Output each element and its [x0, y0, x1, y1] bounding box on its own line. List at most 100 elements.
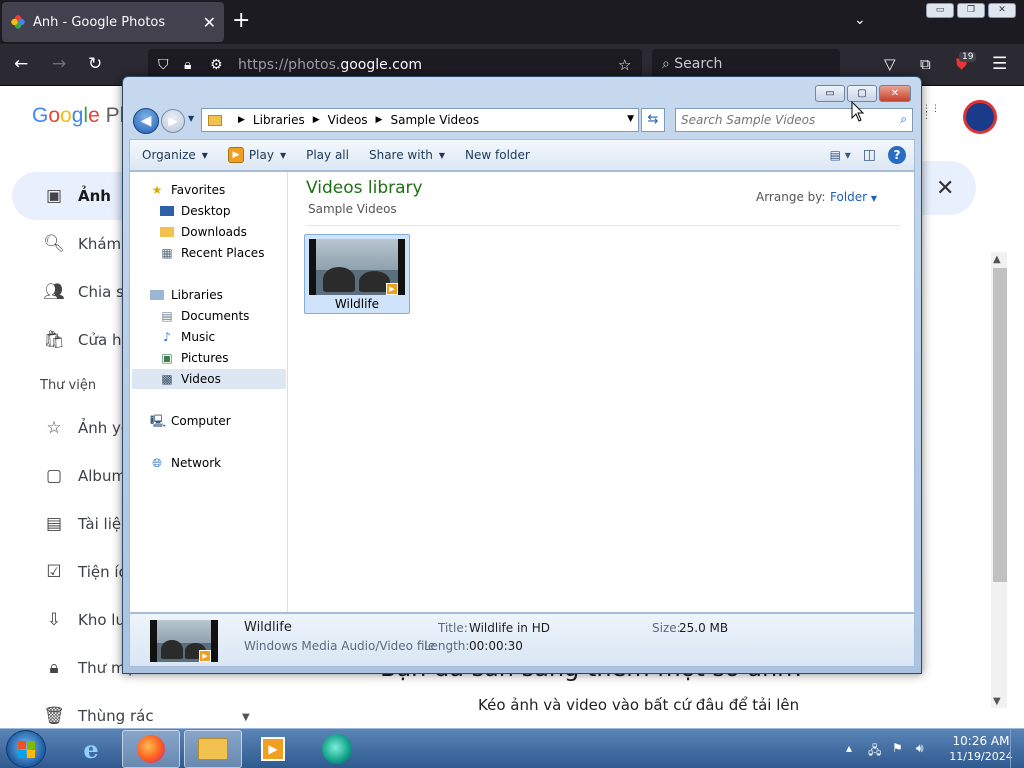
- explorer-maximize-button[interactable]: ▢: [847, 85, 877, 102]
- search-icon[interactable]: ⌕: [900, 112, 907, 127]
- gp-nav-trash[interactable]: 🗑︎ Thùng rác: [12, 692, 262, 728]
- history-dropdown-icon[interactable]: ▼: [188, 114, 194, 123]
- browser-close-button[interactable]: ✕: [988, 3, 1016, 18]
- shop-icon: 🛍︎: [43, 330, 65, 350]
- list-tabs-button[interactable]: ⌄: [854, 12, 866, 28]
- nav-label: Favorites: [171, 183, 226, 197]
- share-with-label: Share with: [368, 148, 433, 162]
- new-folder-button[interactable]: New folder: [455, 148, 540, 162]
- play-icon: ▶: [227, 147, 244, 163]
- nav-documents[interactable]: ▤ Documents: [160, 306, 296, 326]
- nav-label: Libraries: [171, 288, 223, 302]
- taskbar-firefox[interactable]: [122, 730, 180, 768]
- permissions-icon[interactable]: ⚙: [210, 56, 223, 74]
- thumbnail-sky: [316, 239, 398, 270]
- explorer-back-button[interactable]: ◀: [133, 108, 159, 134]
- browser-restore-button[interactable]: ❐: [957, 3, 985, 18]
- help-icon[interactable]: ?: [888, 146, 906, 164]
- explorer-close-button[interactable]: ✕: [879, 85, 911, 102]
- star-icon: ★: [151, 182, 163, 197]
- nav-desktop[interactable]: Desktop: [160, 201, 296, 221]
- taskbar-media-player[interactable]: ▶: [244, 730, 302, 768]
- details-title-value[interactable]: Wildlife in HD: [469, 621, 550, 635]
- breadcrumb-separator-icon[interactable]: ▶: [238, 115, 245, 125]
- google-apps-icon[interactable]: ⋮⋮⋮: [922, 105, 942, 121]
- breadcrumb-separator-icon[interactable]: ▶: [313, 115, 320, 125]
- action-center-flag-icon[interactable]: ⚑: [892, 741, 903, 755]
- clock-date[interactable]: 11/19/2024: [946, 750, 1016, 763]
- extensions-icon[interactable]: ⧉: [920, 55, 931, 73]
- taskbar-explorer[interactable]: [184, 730, 242, 768]
- new-folder-label: New folder: [465, 148, 530, 162]
- tab-close-icon[interactable]: ✕: [203, 13, 216, 32]
- explorer-window[interactable]: ▭ ▢ ✕ ◀ ▶ ▼ ▶ Libraries ▶ Videos ▶ Sampl…: [122, 76, 922, 674]
- forward-arrow-icon[interactable]: →: [52, 55, 66, 73]
- taskbar-app[interactable]: [308, 730, 366, 768]
- shield-icon[interactable]: ⛉: [158, 56, 169, 74]
- nav-pictures[interactable]: ▣ Pictures: [160, 348, 296, 368]
- nav-downloads[interactable]: Downloads: [160, 222, 296, 242]
- preview-pane-icon[interactable]: ◫: [863, 147, 876, 163]
- nav-label: Pictures: [181, 351, 229, 365]
- nav-recent-places[interactable]: ▦ Recent Places: [160, 243, 296, 263]
- menu-hamburger-icon[interactable]: ☰: [992, 55, 1007, 73]
- new-tab-button[interactable]: +: [232, 10, 250, 32]
- nav-label: Network: [171, 456, 222, 470]
- breadcrumb-sample-videos[interactable]: Sample Videos: [390, 113, 479, 127]
- nav-videos[interactable]: ▩ Videos: [132, 369, 286, 389]
- scroll-down-icon[interactable]: ▼: [993, 696, 1001, 707]
- address-dropdown-icon[interactable]: ▼: [627, 114, 634, 124]
- video-file-item[interactable]: ▶ Wildlife: [304, 234, 410, 314]
- network-tray-icon[interactable]: 🖧︎: [868, 741, 881, 762]
- share-with-button[interactable]: Share with ▼: [359, 148, 455, 162]
- tray-overflow-icon[interactable]: ▴: [846, 741, 852, 755]
- change-view-icon[interactable]: ▤ ▾: [830, 148, 851, 162]
- breadcrumb-videos[interactable]: Videos: [328, 113, 368, 127]
- volume-icon[interactable]: 🔊︎: [916, 741, 924, 756]
- account-avatar[interactable]: [963, 100, 997, 134]
- breadcrumb-libraries[interactable]: Libraries: [253, 113, 305, 127]
- details-title-label: Title:: [438, 621, 468, 635]
- browser-tab[interactable]: Ảnh - Google Photos ✕: [2, 2, 224, 42]
- scroll-up-icon[interactable]: ▲: [993, 254, 1001, 265]
- reload-icon[interactable]: ↻: [88, 55, 102, 73]
- arrange-by-dropdown[interactable]: Folder ▼: [830, 190, 877, 204]
- start-button[interactable]: [6, 730, 46, 768]
- nav-favorites[interactable]: ★ Favorites: [150, 180, 286, 200]
- nav-music[interactable]: ♪ Music: [160, 327, 296, 347]
- thumbnail-rock: [322, 266, 356, 292]
- refresh-icon[interactable]: ⇆: [641, 108, 665, 132]
- nav-libraries[interactable]: Libraries: [150, 285, 286, 305]
- nav-computer[interactable]: 🖳︎ Computer: [150, 411, 286, 431]
- navigation-pane: ★ Favorites Desktop Downloads ▦ Recent Pla…: [130, 172, 288, 612]
- bookmark-star-icon[interactable]: ☆: [618, 56, 631, 74]
- play-button[interactable]: ▶ Play ▼: [218, 147, 296, 163]
- page-scrollbar-thumb[interactable]: [993, 268, 1007, 582]
- lock-icon: 🔒︎: [49, 658, 59, 678]
- back-arrow-icon[interactable]: ←: [14, 55, 28, 73]
- url-text[interactable]: https://photos.google.com: [238, 57, 422, 73]
- sidebar-scroll-down-icon[interactable]: ▼: [242, 712, 250, 723]
- google-photos-logo[interactable]: Google Ph: [32, 104, 131, 128]
- organize-button[interactable]: Organize ▼: [130, 148, 218, 162]
- pocket-icon[interactable]: ▽: [884, 55, 896, 73]
- system-tray: ▴ 🖧︎ ⚑ 🔊︎ 10:26 AM 11/19/2024: [840, 729, 1024, 768]
- show-desktop-button[interactable]: [1010, 729, 1024, 768]
- taskbar-internet-explorer[interactable]: e: [62, 730, 120, 768]
- explorer-minimize-button[interactable]: ▭: [815, 85, 845, 102]
- play-all-button[interactable]: Play all: [296, 148, 359, 162]
- explorer-forward-button[interactable]: ▶: [161, 109, 185, 133]
- explorer-search-box[interactable]: ⌕: [675, 108, 913, 132]
- explorer-address-bar[interactable]: ▶ Libraries ▶ Videos ▶ Sample Videos ▼: [201, 108, 639, 132]
- explorer-command-bar: Organize ▼ ▶ Play ▼ Play all Share with ▼ N…: [129, 139, 915, 171]
- album-icon: ▢: [45, 466, 63, 486]
- banner-close-icon[interactable]: ✕: [936, 176, 954, 201]
- breadcrumb-separator-icon[interactable]: ▶: [376, 115, 383, 125]
- browser-minimize-button[interactable]: ▭: [926, 3, 954, 18]
- lock-icon[interactable]: 🔒︎: [184, 56, 191, 74]
- music-icon: ♪: [163, 329, 171, 344]
- recent-places-icon: ▦: [161, 245, 173, 260]
- media-player-icon: ▶: [261, 737, 285, 761]
- nav-network[interactable]: 🌐︎ Network: [150, 453, 286, 473]
- clock-time[interactable]: 10:26 AM: [946, 734, 1016, 748]
